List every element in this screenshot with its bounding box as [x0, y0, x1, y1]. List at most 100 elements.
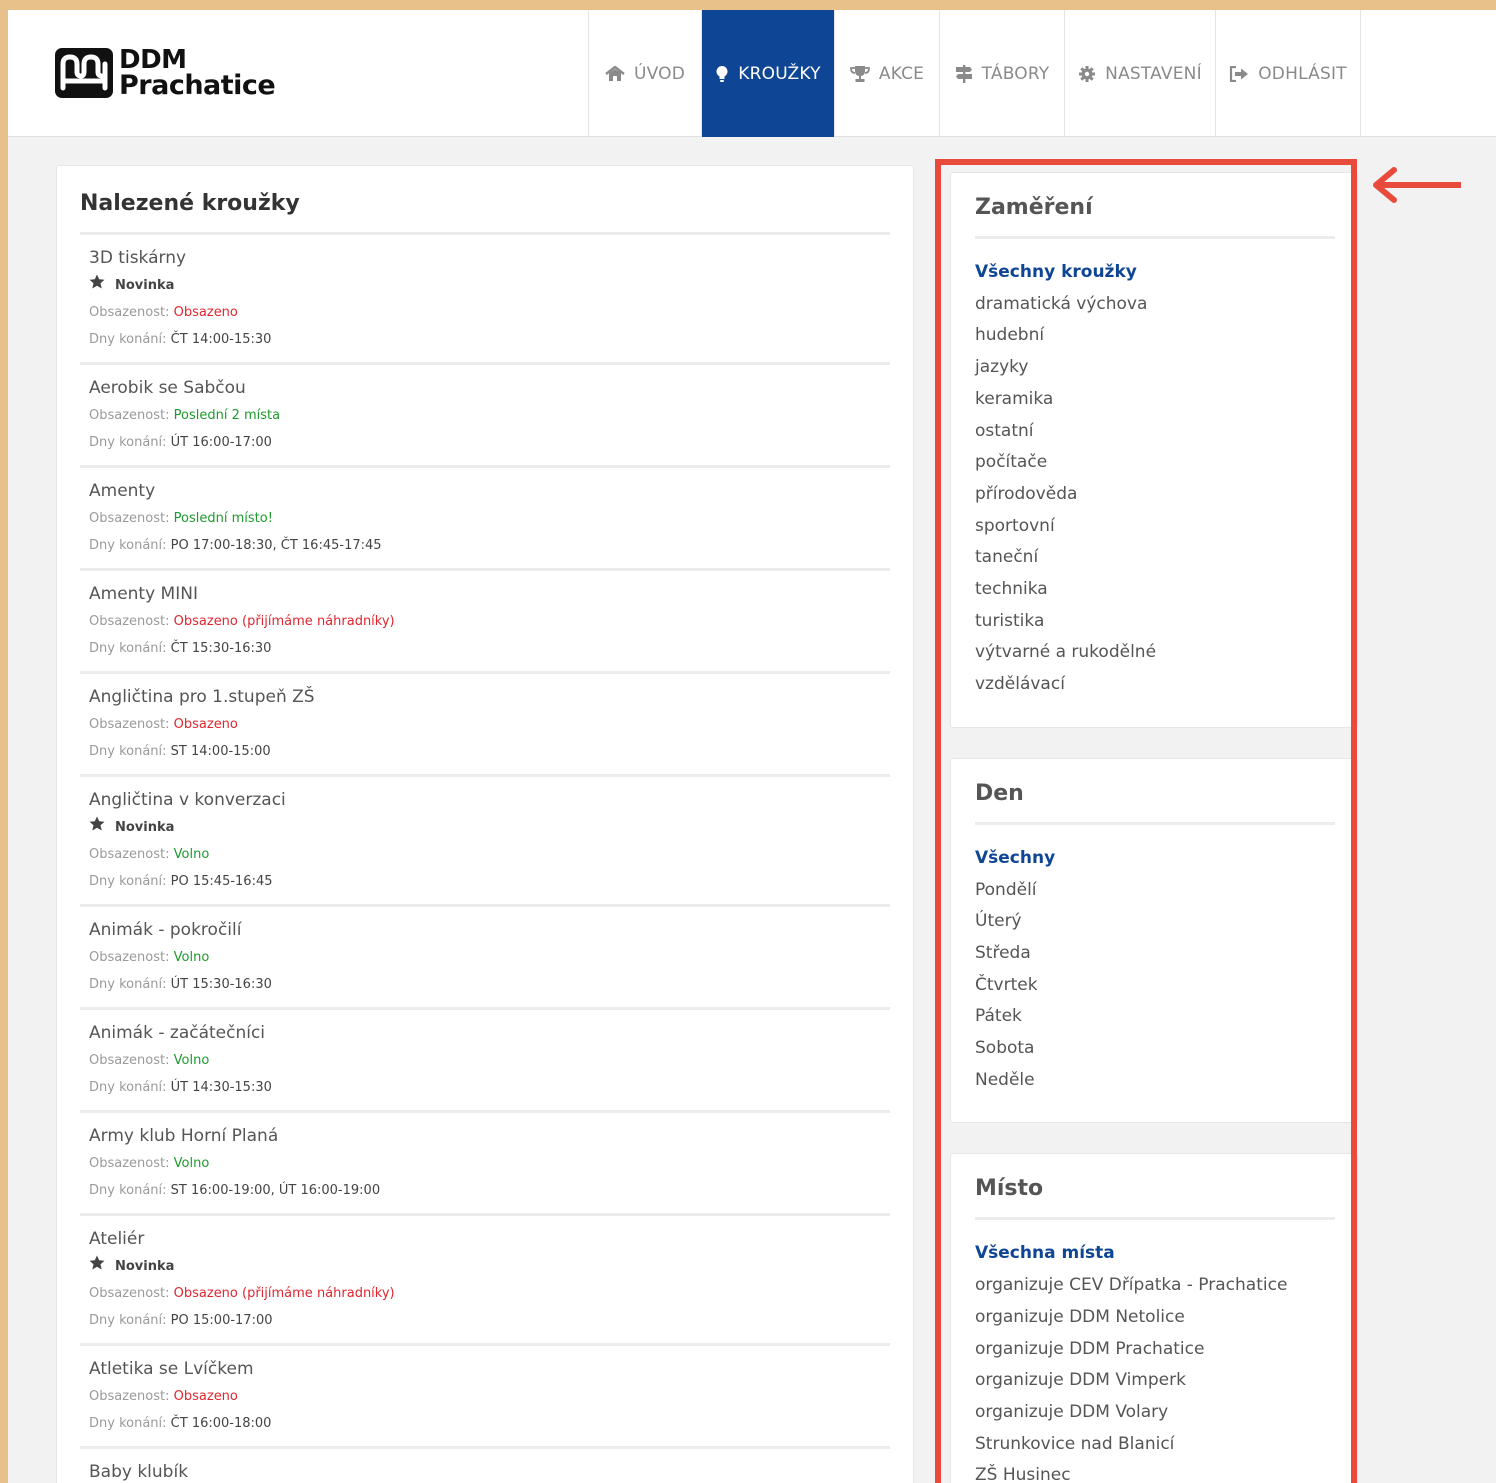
filter-link[interactable]: jazyky	[975, 352, 1335, 384]
nav-label: Kroužky	[738, 63, 821, 84]
filter-link[interactable]: ostatní	[975, 416, 1335, 448]
course-item[interactable]: Angličtina v konverzaci Novinka Obsazenost…	[80, 777, 890, 907]
days-value: ČT 14:00-15:30	[170, 332, 272, 347]
filter-link[interactable]: Všechny kroužky	[975, 257, 1335, 289]
filter-link[interactable]: Všechna místa	[975, 1238, 1335, 1270]
filter-link[interactable]: ZŠ Husinec	[975, 1460, 1335, 1483]
home-icon	[605, 65, 625, 82]
filter-link[interactable]: Sobota	[975, 1033, 1335, 1065]
days-value: ÚT 16:00-17:00	[170, 435, 272, 450]
capacity-label: Obsazenost:	[89, 408, 170, 423]
course-name[interactable]: Angličtina pro 1.stupeň ZŠ	[89, 684, 881, 711]
course-new-badge: Novinka	[89, 1253, 881, 1280]
course-item[interactable]: Animák - začátečníci Obsazenost: Volno Dny…	[80, 1010, 890, 1113]
nav-item-uvod[interactable]: Úvod	[588, 10, 701, 137]
site-logo[interactable]: DDM Prachatice	[55, 46, 276, 100]
sign-out-icon	[1229, 65, 1249, 82]
course-list: 3D tiskárny Novinka Obsazenost: Obsazeno Dn…	[80, 235, 890, 1483]
days-value: PO 15:00-17:00	[170, 1313, 273, 1328]
nav-item-nastaveni[interactable]: Nastavení	[1064, 10, 1215, 137]
nav-item-tabory[interactable]: Tábory	[939, 10, 1064, 137]
course-days: Dny konání: ČT 16:00-18:00	[89, 1410, 881, 1437]
nav-item-krouzky[interactable]: Kroužky	[701, 10, 834, 137]
course-item[interactable]: Amenty MINI Obsazenost: Obsazeno (přijímá…	[80, 571, 890, 674]
course-new-badge: Novinka	[89, 272, 881, 299]
filter-link[interactable]: Čtvrtek	[975, 970, 1335, 1002]
days-value: ST 14:00-15:00	[170, 744, 271, 759]
filter-link[interactable]: Středa	[975, 938, 1335, 970]
filter-link[interactable]: organizuje CEV Dřípatka - Prachatice	[975, 1270, 1335, 1302]
course-name[interactable]: Angličtina v konverzaci	[89, 787, 881, 814]
days-label: Dny konání:	[89, 744, 167, 759]
course-item[interactable]: Ateliér Novinka Obsazenost: Obsazeno (přij…	[80, 1216, 890, 1346]
nav-item-odhlasit[interactable]: Odhlásit	[1215, 10, 1361, 137]
filter-link[interactable]: Strunkovice nad Blanicí	[975, 1429, 1335, 1461]
course-days: Dny konání: ČT 15:30-16:30	[89, 635, 881, 662]
course-item[interactable]: Angličtina pro 1.stupeň ZŠ Obsazenost: Ob…	[80, 674, 890, 777]
course-name[interactable]: Baby klubík	[89, 1459, 881, 1483]
star-icon	[89, 1253, 115, 1280]
filter-link[interactable]: Neděle	[975, 1065, 1335, 1097]
days-label: Dny konání:	[89, 874, 167, 889]
course-item[interactable]: Atletika se Lvíčkem Obsazenost: Obsazeno D…	[80, 1346, 890, 1449]
filter-link[interactable]: sportovní	[975, 511, 1335, 543]
nav-item-akce[interactable]: Akce	[834, 10, 939, 137]
course-item[interactable]: 3D tiskárny Novinka Obsazenost: Obsazeno Dn…	[80, 235, 890, 365]
course-item[interactable]: Baby klubíkObsazenost: Volno	[80, 1449, 890, 1483]
course-name[interactable]: Army klub Horní Planá	[89, 1123, 881, 1150]
filter-link[interactable]: organizuje DDM Prachatice	[975, 1334, 1335, 1366]
course-name[interactable]: Animák - pokročilí	[89, 917, 881, 944]
capacity-label: Obsazenost:	[89, 1389, 170, 1404]
course-item[interactable]: Aerobik se Sabčou Obsazenost: Poslední 2 …	[80, 365, 890, 468]
days-value: ÚT 14:30-15:30	[170, 1080, 272, 1095]
new-label: Novinka	[115, 1259, 175, 1274]
days-label: Dny konání:	[89, 538, 167, 553]
filter-link[interactable]: Úterý	[975, 906, 1335, 938]
filter-panel-zamereni: Zaměření Všechny kroužky dramatická výcho…	[950, 172, 1358, 728]
course-item[interactable]: Animák - pokročilí Obsazenost: Volno Dny k…	[80, 907, 890, 1010]
course-name[interactable]: Ateliér	[89, 1226, 881, 1253]
course-name[interactable]: Atletika se Lvíčkem	[89, 1356, 881, 1383]
filter-link[interactable]: hudební	[975, 320, 1335, 352]
filter-link[interactable]: organizuje DDM Netolice	[975, 1302, 1335, 1334]
filter-link[interactable]: Všechny	[975, 843, 1335, 875]
course-name[interactable]: Amenty	[89, 478, 881, 505]
course-days: Dny konání: ST 16:00-19:00, ÚT 16:00-19:…	[89, 1177, 881, 1204]
days-value: PO 17:00-18:30, ČT 16:45-17:45	[170, 538, 382, 553]
course-days: Dny konání: PO 15:00-17:00	[89, 1307, 881, 1334]
filter-link[interactable]: Pondělí	[975, 875, 1335, 907]
days-value: PO 15:45-16:45	[170, 874, 273, 889]
filter-link[interactable]: organizuje DDM Volary	[975, 1397, 1335, 1429]
course-capacity: Obsazenost: Volno	[89, 1150, 881, 1177]
logo-text: DDM Prachatice	[119, 47, 276, 99]
filter-link[interactable]: dramatická výchova	[975, 289, 1335, 321]
capacity-label: Obsazenost:	[89, 511, 170, 526]
filter-link[interactable]: keramika	[975, 384, 1335, 416]
arrow-left-icon	[1373, 167, 1461, 203]
filter-link[interactable]: technika	[975, 574, 1335, 606]
filter-link[interactable]: výtvarné a rukodělné	[975, 637, 1335, 669]
capacity-status: Volno	[173, 950, 210, 965]
course-name[interactable]: Animák - začátečníci	[89, 1020, 881, 1047]
filter-link[interactable]: taneční	[975, 542, 1335, 574]
filter-link[interactable]: přírodověda	[975, 479, 1335, 511]
filter-link[interactable]: počítače	[975, 447, 1335, 479]
course-item[interactable]: Amenty Obsazenost: Poslední místo! Dny kon…	[80, 468, 890, 571]
course-name[interactable]: Aerobik se Sabčou	[89, 375, 881, 402]
filter-link[interactable]: turistika	[975, 606, 1335, 638]
course-name[interactable]: Amenty MINI	[89, 581, 881, 608]
filter-link[interactable]: vzdělávací	[975, 669, 1335, 701]
site-header: DDM Prachatice Úvod Kroužky	[8, 10, 1496, 137]
filter-link[interactable]: organizuje DDM Vimperk	[975, 1365, 1335, 1397]
course-name[interactable]: 3D tiskárny	[89, 245, 881, 272]
capacity-status: Obsazeno	[173, 717, 238, 732]
filter-link[interactable]: Pátek	[975, 1001, 1335, 1033]
trophy-icon	[849, 65, 870, 83]
days-label: Dny konání:	[89, 641, 167, 656]
capacity-label: Obsazenost:	[89, 1053, 170, 1068]
course-item[interactable]: Army klub Horní Planá Obsazenost: Volno Dn…	[80, 1113, 890, 1216]
days-value: ST 16:00-19:00, ÚT 16:00-19:00	[170, 1183, 381, 1198]
course-days: Dny konání: ST 14:00-15:00	[89, 738, 881, 765]
capacity-status: Obsazeno (přijímáme náhradníky)	[173, 1286, 395, 1301]
star-icon	[89, 272, 115, 299]
